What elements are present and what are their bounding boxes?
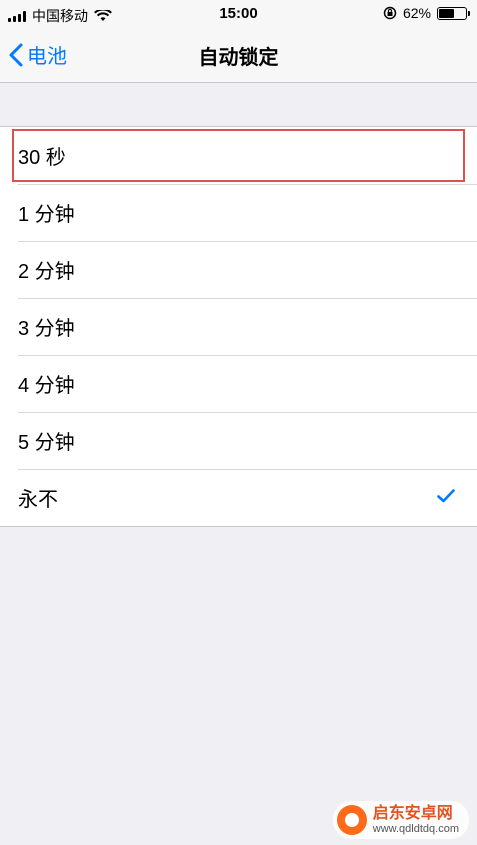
option-5-minutes[interactable]: 5 分钟 (0, 412, 477, 469)
status-bar: 中国移动 15:00 62% (0, 0, 477, 28)
option-3-minutes[interactable]: 3 分钟 (0, 298, 477, 355)
option-label: 5 分钟 (18, 432, 75, 454)
watermark-name: 启东安卓网 (372, 805, 453, 823)
option-label: 永不 (18, 489, 58, 511)
auto-lock-options-list: 30 秒 1 分钟 2 分钟 3 分钟 4 分钟 5 分钟 永不 (0, 126, 477, 527)
option-never[interactable]: 永不 (0, 469, 477, 526)
option-label: 1 分钟 (18, 204, 75, 226)
watermark: 启东安卓网 www.qdldtdq.com (332, 801, 469, 839)
option-label: 2 分钟 (18, 261, 75, 283)
checkmark-icon (437, 489, 455, 503)
option-label: 30 秒 (18, 147, 66, 169)
option-2-minutes[interactable]: 2 分钟 (0, 241, 477, 298)
watermark-text: 启东安卓网 www.qdldtdq.com (373, 805, 459, 835)
battery-percent: 62% (402, 5, 431, 21)
option-4-minutes[interactable]: 4 分钟 (0, 355, 477, 412)
watermark-logo-icon (336, 805, 367, 835)
battery-icon (437, 6, 470, 20)
status-right: 62% (383, 5, 470, 21)
option-label: 4 分钟 (18, 375, 75, 397)
navigation-bar: 电池 自动锁定 (0, 28, 477, 83)
option-30-seconds[interactable]: 30 秒 (10, 127, 467, 184)
orientation-lock-icon (383, 6, 397, 20)
option-1-minute[interactable]: 1 分钟 (0, 184, 477, 241)
watermark-url: www.qdldtdq.com (372, 822, 459, 835)
page-title: 自动锁定 (198, 47, 279, 69)
option-label: 3 分钟 (18, 318, 75, 340)
